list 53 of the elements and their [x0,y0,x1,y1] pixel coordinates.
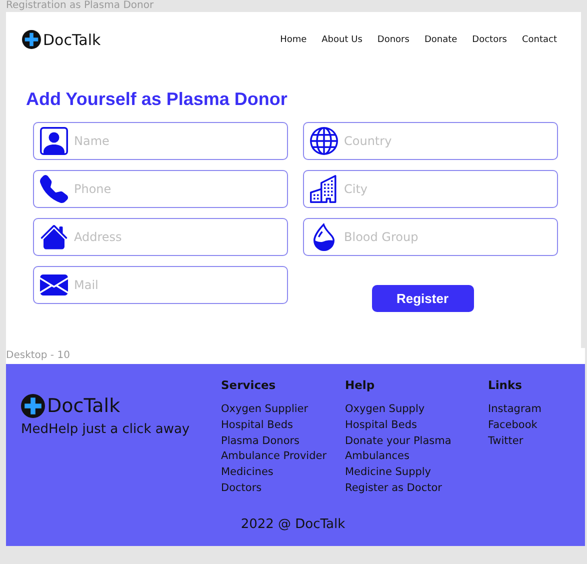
logo-icon [21,394,45,418]
text-input[interactable]: Country [342,133,551,149]
globe-icon [310,127,338,155]
input-field[interactable]: Phone [33,170,288,208]
frame-label: Desktop - 10 [6,348,585,364]
footer-link[interactable]: Facebook [488,418,568,434]
footer-link[interactable]: Doctors [221,480,345,497]
footer-link[interactable]: Plasma Donors [221,434,345,450]
column-heading: Help [345,378,376,392]
text-input[interactable]: Address [72,229,281,245]
footer-link[interactable]: Medicines [221,465,345,481]
footer-link[interactable]: Donate your Plasma [345,434,488,450]
register-button[interactable]: Register [372,285,474,312]
nav-link[interactable]: About Us [322,34,362,44]
copyright: 2022 @ DocTalk [240,516,346,532]
column-heading: Services [221,378,277,392]
text-input[interactable]: Phone [72,181,281,197]
nav-link[interactable]: Donate [424,34,458,44]
footer-link[interactable]: Ambulances [345,449,488,466]
text-input[interactable]: Mail [72,277,281,293]
text-input[interactable]: Name [72,133,281,149]
brand-name: DocTalk [47,395,120,417]
tagline: MedHelp just a click away [21,422,191,437]
building-icon [310,175,338,203]
input-field[interactable]: Name [33,122,288,160]
logo-icon [22,30,41,49]
nav-link[interactable]: Doctors [472,34,507,44]
input-field[interactable]: City [303,170,558,208]
input-field[interactable]: Mail [33,266,288,304]
text-input[interactable]: City [342,181,551,197]
person-icon [40,127,68,155]
footer-link[interactable]: Medicine Supply [345,465,488,481]
nav-link[interactable]: Home [280,34,307,44]
phone-icon [40,175,68,203]
footer-link[interactable]: Hospital Beds [221,418,345,434]
input-field[interactable]: Country [303,122,558,160]
text-input[interactable]: Blood Group [342,229,551,245]
brand-name: DocTalk [43,30,101,48]
input-field[interactable]: Address [33,218,288,256]
house-icon [40,223,68,251]
footer-link[interactable]: Oxygen Supplier [221,402,345,418]
footer-link[interactable]: Hospital Beds [345,418,488,434]
nav-link[interactable]: Donors [377,34,410,44]
footer-link[interactable]: Ambulance Provider [221,449,345,466]
frame-label: Registration as Plasma Donor [5,0,155,12]
footer-link[interactable]: Twitter [488,434,568,450]
input-field[interactable]: Blood Group [303,218,558,256]
column-heading: Links [488,378,523,392]
form-title: Add Yourself as Plasma Donor [26,89,288,110]
footer-link[interactable]: Register as Doctor [345,480,488,497]
footer-link[interactable]: Instagram [488,402,568,418]
nav-link[interactable]: Contact [522,34,557,44]
footer-link[interactable]: Oxygen Supply [345,402,488,418]
